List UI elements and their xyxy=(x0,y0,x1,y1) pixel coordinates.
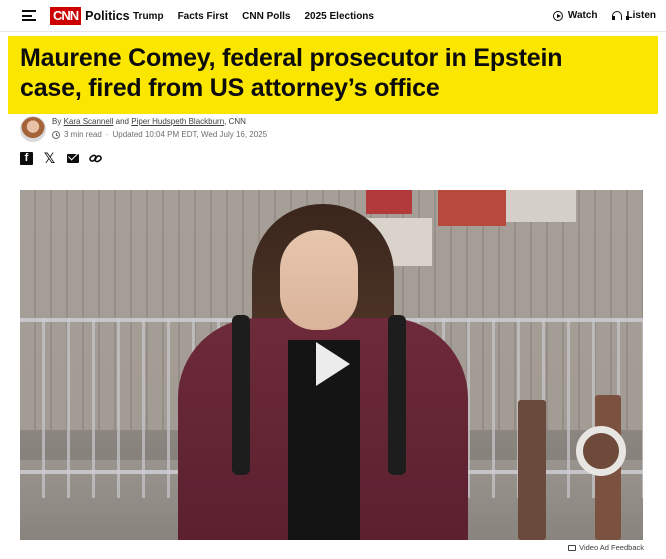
person-face xyxy=(280,230,358,330)
byline-and: and xyxy=(115,117,129,126)
menu-icon[interactable] xyxy=(22,10,36,21)
link-icon[interactable] xyxy=(89,152,102,165)
read-time: 3 min read xyxy=(64,130,102,139)
backpack-strap xyxy=(232,315,250,475)
nav-link-trump[interactable]: Trump xyxy=(133,11,164,22)
x-icon[interactable]: 𝕏 xyxy=(43,151,56,167)
share-bar: f 𝕏 xyxy=(20,151,102,167)
author-link-2[interactable]: Piper Hudspeth Blackburn xyxy=(131,117,224,126)
nav-link-facts-first[interactable]: Facts First xyxy=(178,11,229,22)
article-headline: Maurene Comey, federal prosecutor in Eps… xyxy=(20,44,563,102)
listen-label: Listen xyxy=(626,10,656,21)
clock-icon xyxy=(52,130,60,139)
author-avatar[interactable] xyxy=(20,116,46,142)
article-meta: 3 min read · Updated 10:04 PM EDT, Wed J… xyxy=(52,130,267,139)
top-nav: CNN Politics Trump Facts First CNN Polls… xyxy=(0,0,666,32)
cnn-logo[interactable]: CNN xyxy=(50,7,82,25)
bollard xyxy=(518,400,546,540)
play-circle-icon xyxy=(552,10,563,21)
nav-links: Trump Facts First CNN Polls 2025 Electio… xyxy=(133,11,374,22)
play-icon[interactable] xyxy=(310,342,350,386)
standpipe xyxy=(576,426,626,476)
byline-suffix: , CNN xyxy=(224,117,246,126)
video-ad-feedback[interactable]: Video Ad Feedback xyxy=(568,543,644,552)
background-sign xyxy=(506,190,576,222)
video-player[interactable] xyxy=(20,190,643,540)
watch-button[interactable]: Watch xyxy=(552,10,598,21)
ad-feedback-label: Video Ad Feedback xyxy=(579,543,644,552)
byline: By Kara Scannell and Piper Hudspeth Blac… xyxy=(52,117,246,126)
feedback-icon xyxy=(568,544,577,551)
section-name[interactable]: Politics xyxy=(85,9,129,23)
watch-label: Watch xyxy=(567,10,598,21)
headphones-icon xyxy=(611,10,629,21)
nav-link-cnn-polls[interactable]: CNN Polls xyxy=(242,11,290,22)
email-icon[interactable] xyxy=(66,152,79,165)
updated-timestamp: Updated 10:04 PM EDT, Wed July 16, 2025 xyxy=(112,130,268,139)
facebook-icon[interactable]: f xyxy=(20,152,33,165)
author-link-1[interactable]: Kara Scannell xyxy=(64,117,114,126)
byline-prefix: By xyxy=(52,117,62,126)
cnn-politics-logo[interactable]: CNN Politics xyxy=(50,7,130,25)
nav-right: Watch Listen xyxy=(552,10,656,21)
background-sign xyxy=(438,190,506,226)
listen-button[interactable]: Listen xyxy=(611,10,656,21)
background-sign xyxy=(366,190,412,214)
meta-separator: · xyxy=(105,130,109,139)
backpack-strap xyxy=(388,315,406,475)
nav-link-2025-elections[interactable]: 2025 Elections xyxy=(304,11,373,22)
